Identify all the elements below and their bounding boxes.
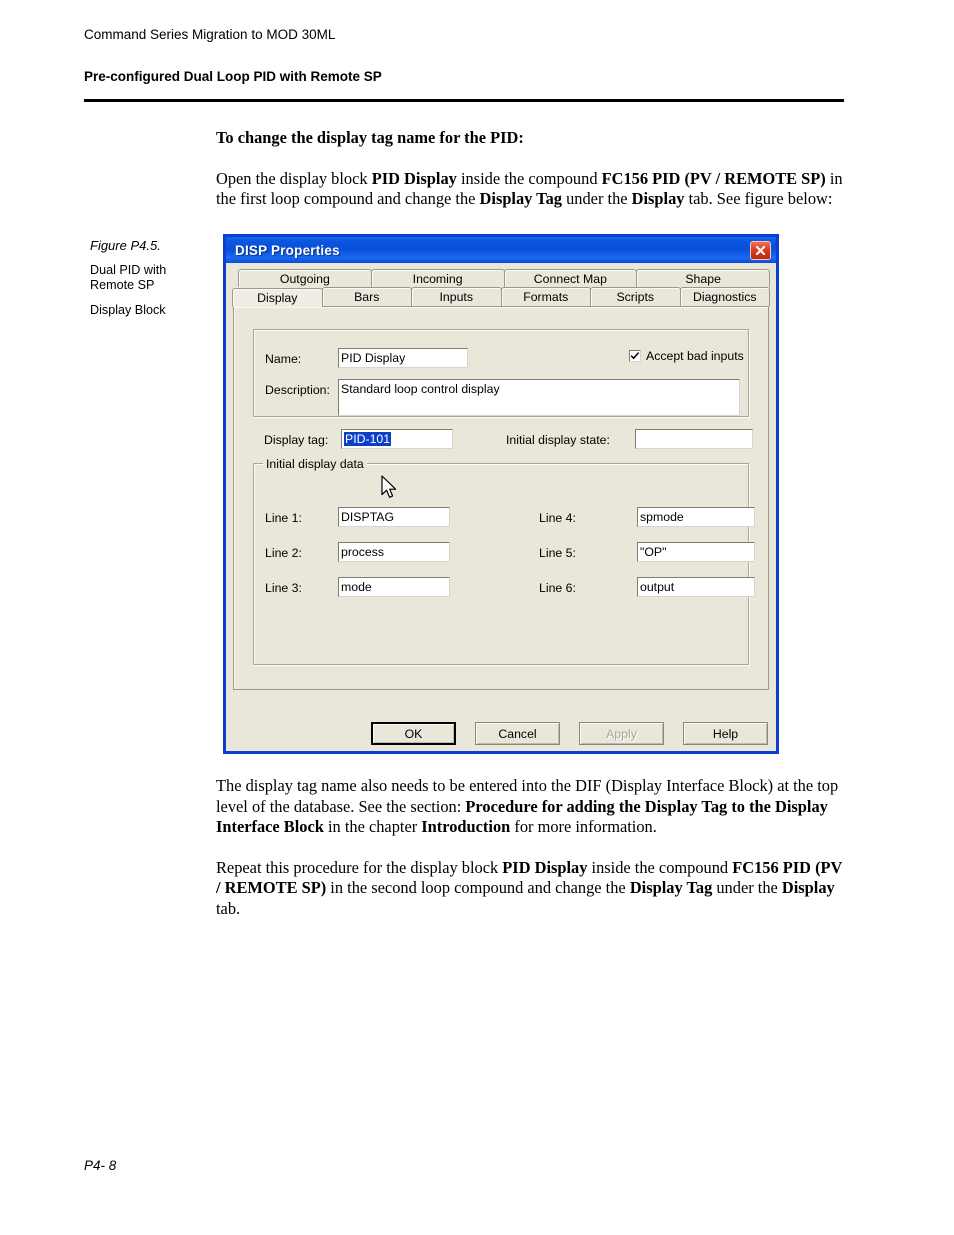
description-label: Description: bbox=[265, 383, 330, 397]
p1-bold2: FC156 PID (PV / REMOTE SP) bbox=[601, 168, 826, 188]
tab-formats-label: Formats bbox=[523, 290, 569, 304]
tab-shape[interactable]: Shape bbox=[636, 269, 770, 287]
p3-seg4: under the bbox=[712, 878, 782, 897]
line-1-label: Line 1: bbox=[265, 511, 302, 525]
paragraph-2: The display tag name also needs to be en… bbox=[216, 776, 844, 838]
tab-shape-label: Shape bbox=[685, 271, 721, 286]
line-6-input[interactable]: output bbox=[637, 577, 755, 597]
line-1-input[interactable]: DISPTAG bbox=[338, 507, 450, 527]
line-3-input[interactable]: mode bbox=[338, 577, 450, 597]
tab-scripts[interactable]: Scripts bbox=[590, 287, 681, 306]
p1-bold4: Display bbox=[631, 189, 685, 208]
line-3-label: Line 3: bbox=[265, 581, 302, 595]
initial-display-data-group-title: Initial display data bbox=[263, 457, 367, 471]
tab-outgoing-label: Outgoing bbox=[279, 271, 330, 286]
figure-caption: Figure P4.5. Dual PID with Remote SP Dis… bbox=[90, 238, 210, 318]
line-5-label: Line 5: bbox=[539, 546, 576, 560]
header-rule bbox=[84, 99, 844, 102]
tab-scripts-label: Scripts bbox=[616, 290, 655, 304]
p3-bold1: PID Display bbox=[502, 857, 588, 877]
line-2-label: Line 2: bbox=[265, 546, 302, 560]
display-tag-input[interactable]: PID-101 bbox=[341, 429, 453, 449]
tab-diagnostics[interactable]: Diagnostics bbox=[679, 287, 770, 306]
dialog-titlebar[interactable]: DISP Properties bbox=[226, 237, 776, 263]
mouse-cursor-icon bbox=[381, 475, 399, 506]
line-4-label: Line 4: bbox=[539, 511, 576, 525]
p2-seg2: in the chapter bbox=[323, 817, 422, 836]
p1-bold3: Display Tag bbox=[479, 189, 562, 208]
disp-properties-dialog: DISP Properties Outgoing Incoming Connec… bbox=[223, 234, 779, 754]
accept-bad-inputs-label: Accept bad inputs bbox=[646, 349, 744, 363]
line-5-input[interactable]: "OP" bbox=[637, 542, 755, 562]
tab-connect-map[interactable]: Connect Map bbox=[503, 269, 638, 287]
p3-seg5: tab. bbox=[216, 898, 241, 918]
apply-button: Apply bbox=[579, 722, 664, 745]
figure-number: Figure P4.5. bbox=[90, 238, 161, 253]
p1-seg2: inside the compound bbox=[456, 168, 602, 188]
p3-bold3: Display Tag bbox=[629, 878, 713, 897]
running-head: Command Series Migration to MOD 30ML bbox=[84, 27, 336, 42]
p2-bold2: Introduction bbox=[421, 817, 511, 836]
line-6-label: Line 6: bbox=[539, 581, 576, 595]
p1-bold1: PID Display bbox=[371, 168, 457, 188]
p1-seg1: Open the display block bbox=[216, 168, 372, 188]
p1-seg5: tab. See figure below: bbox=[684, 189, 833, 208]
tab-display[interactable]: Display bbox=[232, 288, 323, 307]
close-icon[interactable] bbox=[750, 240, 771, 260]
p3-bold4: Display bbox=[781, 878, 835, 897]
tab-outgoing[interactable]: Outgoing bbox=[238, 269, 372, 287]
dialog-body: Outgoing Incoming Connect Map Shape Disp… bbox=[226, 263, 776, 751]
display-tab-panel: Name: PID Display Accept bad inputs Desc… bbox=[233, 306, 769, 690]
tab-strip: Outgoing Incoming Connect Map Shape Disp… bbox=[232, 269, 770, 307]
tab-bars[interactable]: Bars bbox=[321, 287, 412, 306]
accept-bad-inputs-checkbox[interactable]: Accept bad inputs bbox=[629, 349, 744, 363]
initial-display-data-group: Initial display data Line 1: DISPTAG Lin… bbox=[253, 457, 755, 665]
tab-display-label: Display bbox=[257, 290, 298, 305]
checkbox-checked-icon bbox=[629, 350, 641, 362]
line-2-input[interactable]: process bbox=[338, 542, 450, 562]
p3-seg2: inside the compound bbox=[587, 857, 733, 877]
initial-display-state-label: Initial display state: bbox=[506, 433, 610, 447]
tab-inputs[interactable]: Inputs bbox=[411, 287, 502, 306]
section-title: Pre-configured Dual Loop PID with Remote… bbox=[84, 69, 382, 84]
tab-incoming-label: Incoming bbox=[412, 271, 463, 286]
display-tag-label: Display tag: bbox=[264, 433, 329, 447]
paragraph-3: Repeat this procedure for the display bl… bbox=[216, 858, 844, 920]
figure-caption-line2: Dual PID with Remote SP bbox=[90, 263, 167, 292]
ok-button[interactable]: OK bbox=[371, 722, 456, 745]
tab-connect-map-label: Connect Map bbox=[533, 271, 607, 286]
tab-formats[interactable]: Formats bbox=[500, 287, 591, 306]
name-description-group: Name: PID Display Accept bad inputs Desc… bbox=[253, 329, 749, 417]
help-button[interactable]: Help bbox=[683, 722, 768, 745]
dialog-title: DISP Properties bbox=[235, 242, 340, 258]
description-input[interactable]: Standard loop control display bbox=[338, 379, 740, 416]
display-tag-value: PID-101 bbox=[344, 432, 392, 446]
name-label: Name: bbox=[265, 352, 302, 366]
tab-row-1: Outgoing Incoming Connect Map Shape bbox=[238, 269, 770, 287]
tab-diagnostics-label: Diagnostics bbox=[692, 290, 757, 304]
figure-caption-line3: Display Block bbox=[90, 303, 166, 317]
p3-seg1: Repeat this procedure for the display bl… bbox=[216, 857, 503, 877]
initial-display-state-input[interactable] bbox=[635, 429, 753, 449]
page-header: Command Series Migration to MOD 30ML Pre… bbox=[84, 26, 844, 84]
tab-inputs-label: Inputs bbox=[439, 290, 474, 304]
tab-incoming[interactable]: Incoming bbox=[370, 269, 505, 287]
page-footer: P4- 8 bbox=[84, 1158, 117, 1173]
body-text-top: To change the display tag name for the P… bbox=[216, 128, 844, 223]
line-4-input[interactable]: spmode bbox=[637, 507, 755, 527]
p3-seg3: in the second loop compound and change t… bbox=[326, 878, 630, 897]
tab-row-2: Display Bars Inputs Formats Scripts Diag… bbox=[232, 287, 770, 307]
p1-seg4: under the bbox=[562, 189, 632, 208]
tab-bars-label: Bars bbox=[354, 290, 380, 304]
lead-paragraph: To change the display tag name for the P… bbox=[216, 128, 524, 147]
paragraph-1: Open the display block PID Display insid… bbox=[216, 169, 844, 210]
body-text-bottom: The display tag name also needs to be en… bbox=[216, 776, 844, 932]
name-input[interactable]: PID Display bbox=[338, 348, 468, 368]
dialog-button-row: OK Cancel Apply Help bbox=[226, 722, 776, 745]
cancel-button[interactable]: Cancel bbox=[475, 722, 560, 745]
p2-seg3: for more information. bbox=[510, 817, 657, 836]
